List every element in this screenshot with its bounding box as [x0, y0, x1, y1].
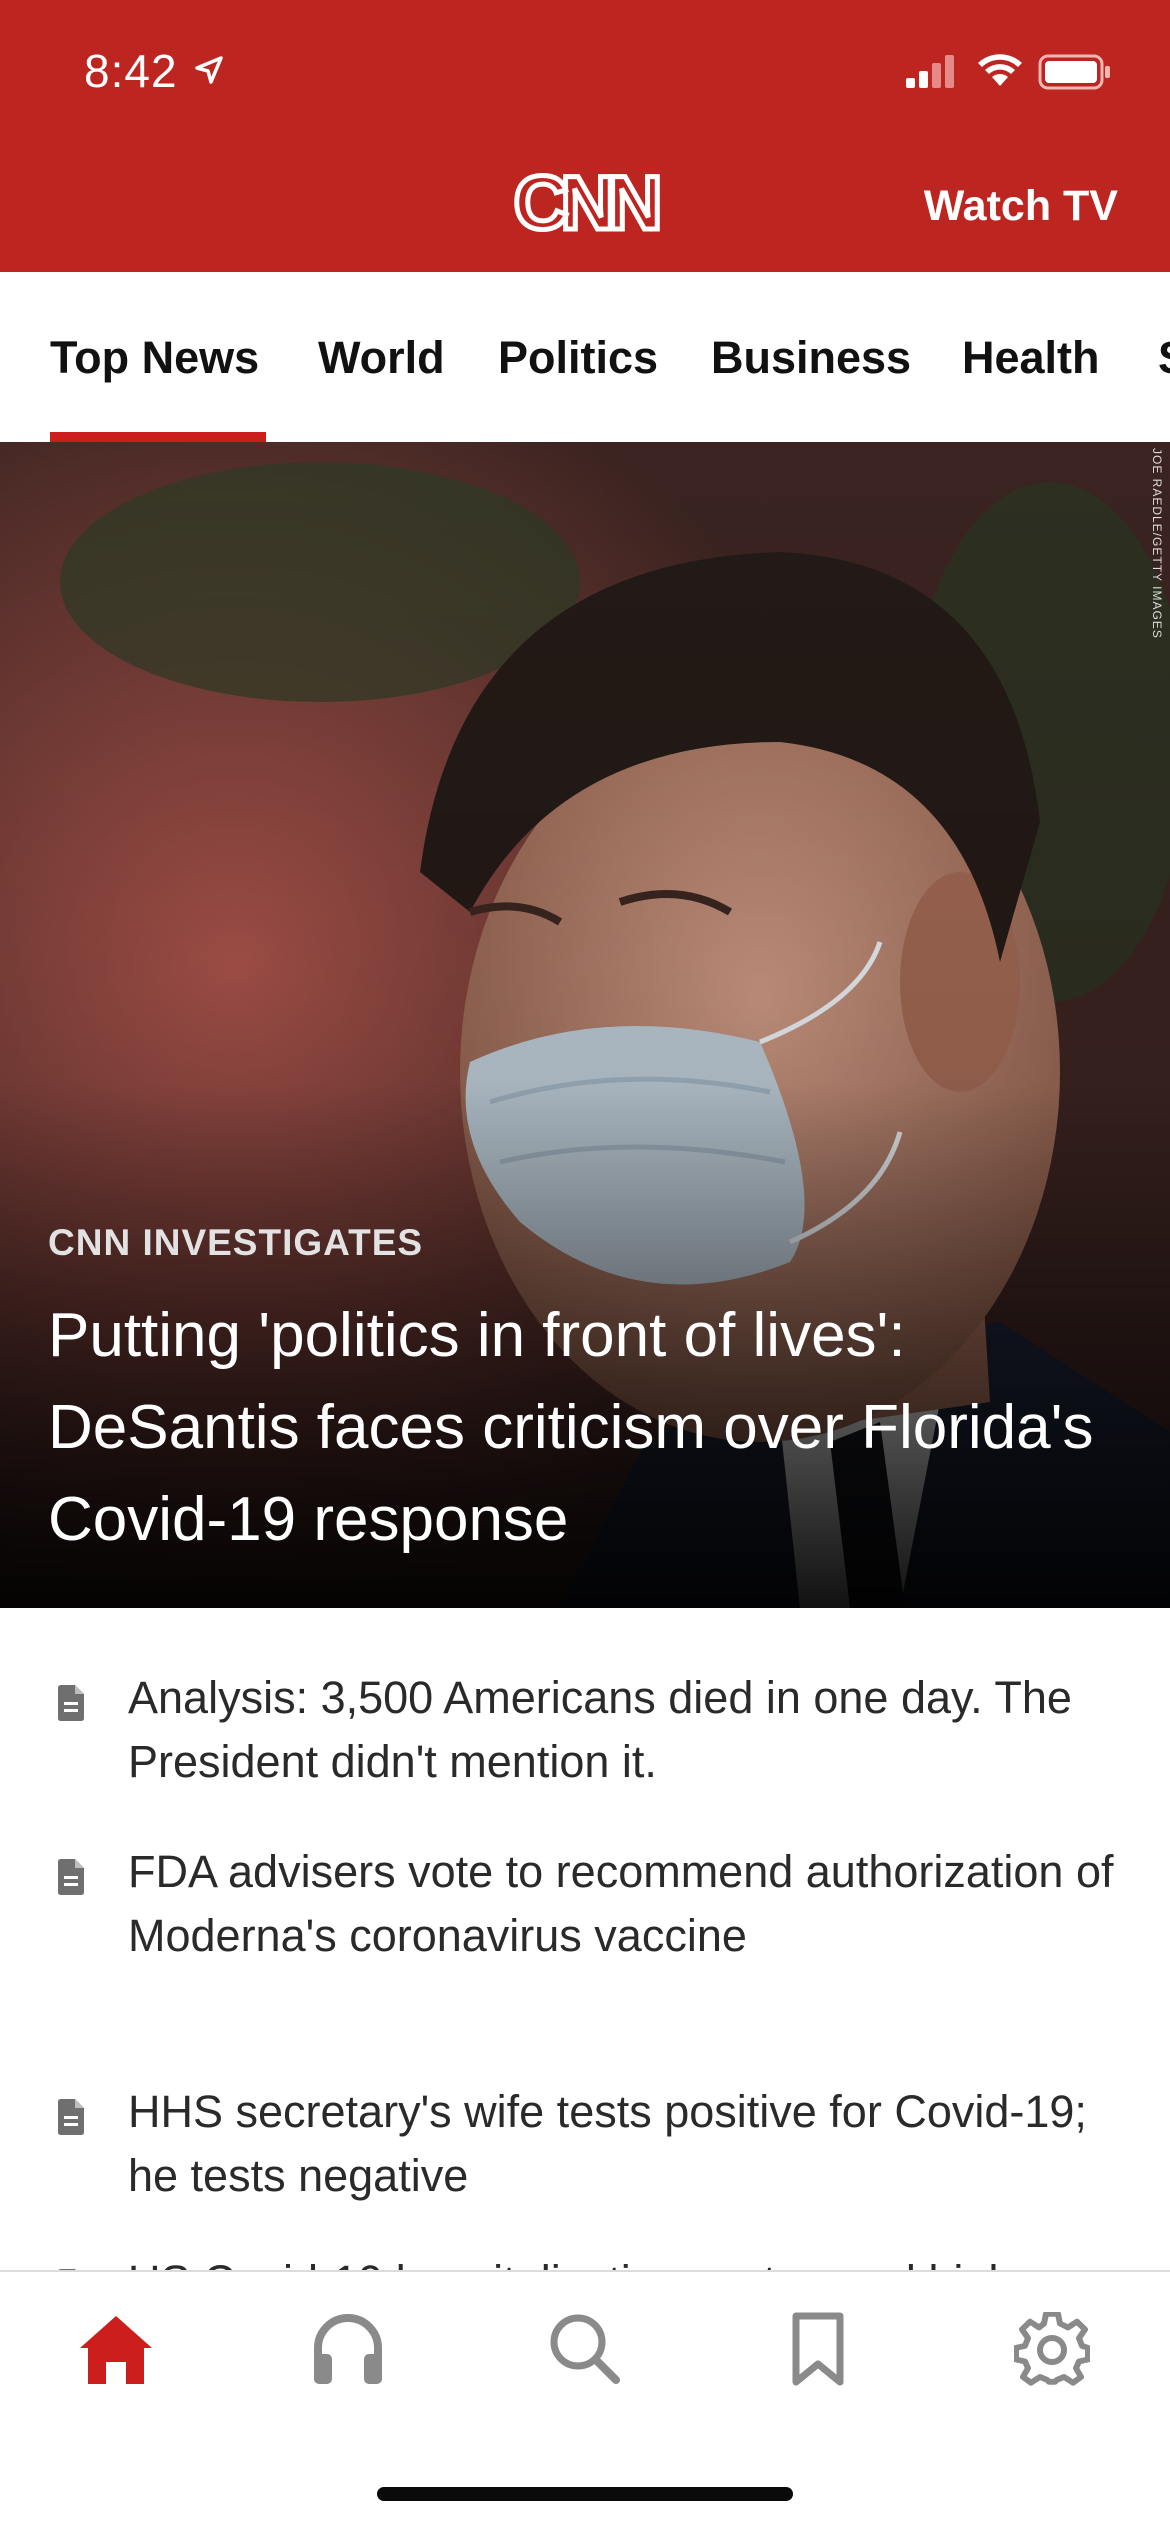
watch-tv-button[interactable]: Watch TV — [924, 182, 1118, 231]
tab-next-partial[interactable]: S — [1158, 332, 1170, 384]
settings-gear-icon[interactable] — [1014, 2312, 1090, 2388]
document-icon — [58, 1859, 84, 1895]
section-tabs: Top News World Politics Business Health … — [0, 272, 1170, 442]
hero-kicker: CNN INVESTIGATES — [48, 1222, 424, 1263]
active-tab-indicator — [50, 432, 266, 442]
svg-text:CNN: CNN — [514, 165, 658, 241]
home-indicator — [377, 2487, 793, 2501]
cellular-signal-icon — [906, 55, 954, 88]
hero-story[interactable]: JOE RAEDLE/GETTY IMAGES CNN INVESTIGATES… — [0, 442, 1170, 1608]
bookmark-icon[interactable] — [790, 2312, 846, 2386]
location-arrow-icon — [195, 56, 223, 84]
status-time: 8:42 — [84, 45, 178, 97]
story-title: Analysis: 3,500 Americans died in one da… — [128, 1672, 1072, 1787]
story-title: HHS secretary's wife tests positive for … — [128, 2086, 1087, 2201]
document-icon — [58, 2099, 84, 2135]
battery-icon — [1038, 54, 1110, 90]
photo-credit: JOE RAEDLE/GETTY IMAGES — [1150, 448, 1164, 639]
cnn-logo[interactable]: CNN — [506, 165, 662, 241]
tab-health[interactable]: Health — [962, 332, 1100, 384]
app-header: 8:42 CNN Watch TV — [0, 0, 1170, 272]
tab-world[interactable]: World — [318, 332, 445, 384]
headphones-icon[interactable] — [312, 2312, 384, 2386]
wifi-icon — [978, 54, 1022, 86]
hero-headline[interactable]: Putting 'politics in front of lives': De… — [48, 1290, 1108, 1566]
tab-politics[interactable]: Politics — [498, 332, 658, 384]
document-icon — [58, 1685, 84, 1721]
tab-business[interactable]: Business — [711, 332, 911, 384]
home-icon[interactable] — [76, 2312, 156, 2386]
search-icon[interactable] — [548, 2312, 622, 2386]
story-title: FDA advisers vote to recommend authoriza… — [128, 1846, 1114, 1961]
tab-top-news[interactable]: Top News — [50, 332, 259, 384]
